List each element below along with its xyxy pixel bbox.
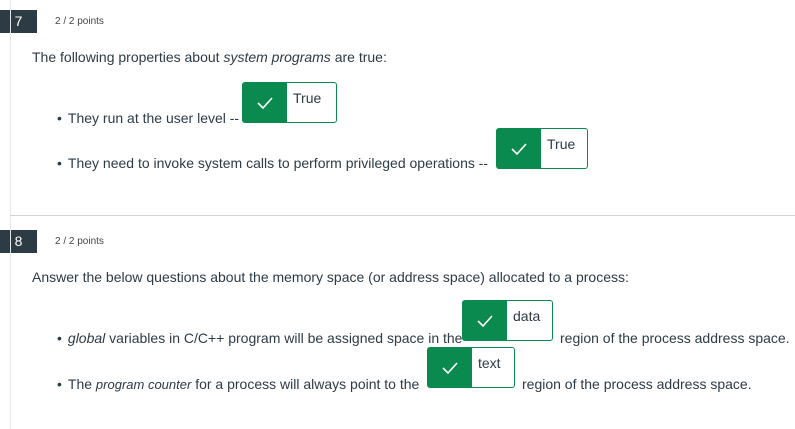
bullet-icon: • bbox=[57, 155, 62, 171]
question-prompt: The following properties about system pr… bbox=[32, 49, 387, 65]
list-item: • They run at the user level -- bbox=[57, 110, 240, 126]
answer-value: True bbox=[547, 136, 576, 152]
answer-dropdown[interactable]: True bbox=[496, 128, 588, 169]
answer-dropdown[interactable]: data bbox=[462, 300, 553, 341]
answer-value: data bbox=[513, 308, 541, 324]
checkmark-icon bbox=[243, 83, 287, 122]
list-item: • The program counter for a process will … bbox=[57, 376, 420, 392]
checkmark-icon bbox=[463, 301, 507, 340]
question-number-badge: 8 bbox=[0, 230, 37, 253]
question-border bbox=[10, 0, 11, 215]
answer-suffix: region of the process address space. bbox=[560, 330, 790, 346]
question-prompt: Answer the below questions about the mem… bbox=[32, 269, 629, 285]
question-divider bbox=[10, 215, 795, 216]
list-item: • They need to invoke system calls to per… bbox=[57, 155, 489, 171]
answer-value: text bbox=[478, 355, 501, 371]
answer-dropdown[interactable]: True bbox=[242, 82, 337, 123]
checkmark-icon bbox=[497, 129, 541, 168]
checkmark-icon bbox=[428, 348, 472, 387]
question-points: 2 / 2 points bbox=[55, 16, 104, 27]
answer-value: True bbox=[293, 90, 322, 106]
answer-dropdown[interactable]: text bbox=[427, 347, 515, 388]
question-number-badge: 7 bbox=[0, 10, 37, 33]
bullet-icon: • bbox=[57, 376, 62, 392]
answer-suffix: region of the process address space. bbox=[522, 376, 752, 392]
question-border bbox=[10, 216, 11, 429]
question-points: 2 / 2 points bbox=[55, 236, 104, 247]
list-item: • global variables in C/C++ program will … bbox=[57, 330, 463, 346]
bullet-icon: • bbox=[57, 330, 62, 346]
bullet-icon: • bbox=[57, 110, 62, 126]
